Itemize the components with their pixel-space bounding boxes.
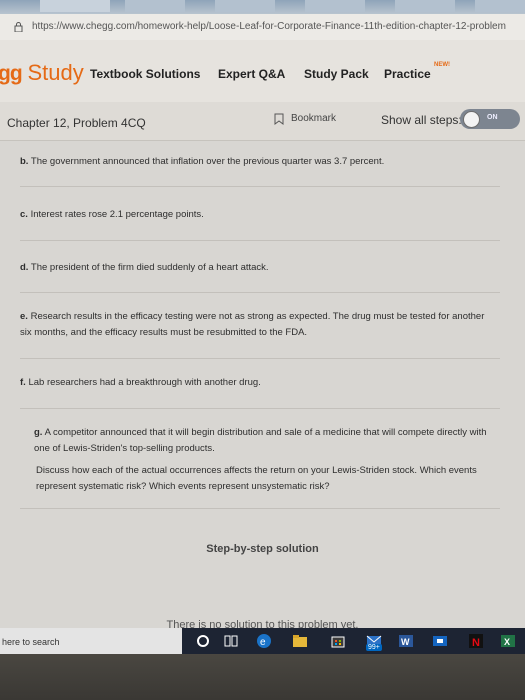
bookmark-icon[interactable] bbox=[274, 113, 284, 125]
question-b: b. The government announced that inflati… bbox=[20, 154, 495, 170]
item-label: e. bbox=[20, 311, 28, 322]
question-e: e. Research results in the efficacy test… bbox=[20, 309, 495, 341]
laptop-bezel bbox=[0, 654, 525, 700]
edge-icon[interactable]: e bbox=[256, 633, 272, 649]
problem-header: Chapter 12, Problem 4CQ Bookmark Show al… bbox=[0, 102, 525, 141]
svg-text:W: W bbox=[401, 637, 410, 647]
svg-text:X: X bbox=[504, 637, 510, 647]
bookmark-button[interactable]: Bookmark bbox=[291, 113, 336, 124]
question-b-text: The government announced that inflation … bbox=[30, 156, 385, 167]
show-all-steps-label: Show all steps: bbox=[381, 113, 462, 127]
divider bbox=[20, 358, 500, 359]
logo-study: Study bbox=[27, 60, 84, 85]
item-label: c. bbox=[20, 209, 28, 220]
browser-tab[interactable] bbox=[305, 0, 365, 12]
chegg-study-logo[interactable]: gg Study bbox=[0, 60, 84, 86]
question-f: f. Lab researchers had a breakthrough wi… bbox=[20, 375, 495, 391]
toggle-label: ON bbox=[487, 114, 498, 121]
taskbar-search-box[interactable]: here to search bbox=[0, 628, 182, 654]
divider bbox=[20, 186, 500, 187]
store-icon[interactable] bbox=[330, 633, 346, 649]
chapter-problem-title: Chapter 12, Problem 4CQ bbox=[7, 116, 146, 130]
cortana-icon[interactable] bbox=[195, 633, 211, 649]
question-c: c. Interest rates rose 2.1 percentage po… bbox=[20, 207, 495, 223]
video-app-icon[interactable] bbox=[432, 633, 448, 649]
browser-tab[interactable] bbox=[125, 0, 185, 12]
question-c-text: Interest rates rose 2.1 percentage point… bbox=[30, 209, 204, 220]
step-by-step-title: Step-by-step solution bbox=[206, 543, 319, 555]
toggle-knob bbox=[463, 111, 480, 128]
discussion-prompt: Discuss how each of the actual occurrenc… bbox=[36, 465, 477, 492]
question-e-text: Research results in the efficacy testing… bbox=[20, 311, 485, 338]
nav-textbook-solutions[interactable]: Textbook Solutions bbox=[90, 67, 200, 81]
item-label: d. bbox=[20, 262, 29, 273]
svg-text:e: e bbox=[260, 637, 266, 648]
excel-icon[interactable]: X bbox=[500, 633, 516, 649]
question-f-text: Lab researchers had a breakthrough with … bbox=[28, 377, 261, 388]
browser-tab[interactable] bbox=[40, 0, 110, 12]
browser-tab[interactable] bbox=[215, 0, 275, 12]
divider bbox=[20, 408, 500, 409]
question-d-text: The president of the firm died suddenly … bbox=[30, 262, 269, 273]
show-steps-toggle[interactable]: ON bbox=[460, 109, 520, 129]
file-explorer-icon[interactable] bbox=[292, 633, 308, 649]
divider bbox=[20, 292, 500, 293]
mail-badge: 99+ bbox=[366, 644, 382, 651]
question-g: g. A competitor announced that it will b… bbox=[34, 425, 489, 457]
item-label: g. bbox=[34, 427, 43, 438]
new-badge: NEW! bbox=[434, 62, 450, 68]
divider bbox=[20, 240, 500, 241]
item-label: f. bbox=[20, 377, 26, 388]
site-header: gg Study Textbook Solutions Expert Q&A S… bbox=[0, 40, 525, 103]
task-view-icon[interactable] bbox=[223, 633, 239, 649]
item-label: b. bbox=[20, 156, 29, 167]
word-icon[interactable]: W bbox=[398, 633, 414, 649]
divider bbox=[20, 508, 500, 509]
browser-tab[interactable] bbox=[475, 0, 525, 12]
browser-tab-strip bbox=[0, 0, 525, 14]
lock-icon bbox=[14, 22, 23, 32]
address-bar[interactable]: https://www.chegg.com/homework-help/Loos… bbox=[0, 14, 525, 41]
taskbar-search-placeholder: here to search bbox=[2, 637, 60, 647]
nav-expert-qa[interactable]: Expert Q&A bbox=[218, 67, 285, 81]
svg-text:N: N bbox=[472, 637, 480, 649]
netflix-icon[interactable]: N bbox=[468, 633, 484, 649]
nav-practice[interactable]: Practice bbox=[384, 67, 431, 81]
question-d: d. The president of the firm died sudden… bbox=[20, 260, 495, 276]
logo-gg: gg bbox=[0, 62, 23, 85]
browser-tab[interactable] bbox=[395, 0, 455, 12]
url-text[interactable]: https://www.chegg.com/homework-help/Loos… bbox=[32, 21, 506, 32]
nav-study-pack[interactable]: Study Pack bbox=[304, 67, 369, 81]
question-g-text: A competitor announced that it will begi… bbox=[34, 427, 487, 454]
